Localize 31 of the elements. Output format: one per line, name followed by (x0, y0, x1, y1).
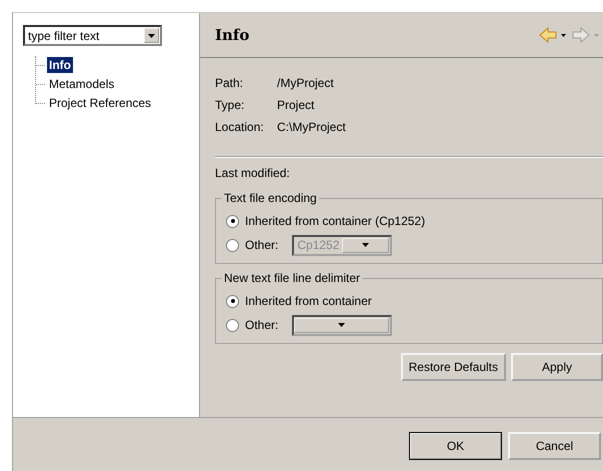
tree-item[interactable]: Info (47, 57, 73, 73)
page-button[interactable]: Restore Defaults (400, 353, 506, 381)
radio-label: Other: (245, 238, 278, 252)
group-title: Text file encoding (222, 191, 319, 205)
radio-label: Inherited from container (245, 294, 372, 308)
dialog-button[interactable]: Cancel (508, 432, 601, 460)
caret-icon (148, 34, 155, 38)
caret-icon (338, 323, 346, 327)
radio-button[interactable] (226, 318, 239, 332)
radio-button[interactable] (226, 294, 239, 308)
property-value: Project (277, 98, 314, 112)
filter-field[interactable]: type filter text (23, 25, 162, 46)
property-label: Type: (215, 98, 246, 112)
radio-button[interactable] (226, 214, 239, 228)
property-label: Location: (215, 120, 265, 134)
dialog-button[interactable]: OK (409, 432, 502, 460)
caret-icon (362, 243, 370, 247)
radio-label: Inherited from container (Cp1252) (245, 214, 426, 228)
property-value: C:\MyProject (277, 120, 346, 134)
radio-button[interactable] (226, 238, 239, 252)
last-modified-label: Last modified: (215, 166, 291, 180)
dropdown-button[interactable] (144, 28, 159, 43)
property-value: /MyProject (277, 76, 334, 90)
radio-label: Other: (245, 318, 278, 332)
property-label: Path: (215, 76, 244, 90)
page-title: Info (215, 26, 250, 44)
group-title: New text file line delimiter (222, 271, 362, 285)
page-button[interactable]: Apply (511, 353, 603, 381)
tree-item[interactable]: Project References (47, 95, 154, 111)
caret-icon[interactable] (561, 34, 566, 36)
tree-item[interactable]: Metamodels (47, 76, 116, 92)
